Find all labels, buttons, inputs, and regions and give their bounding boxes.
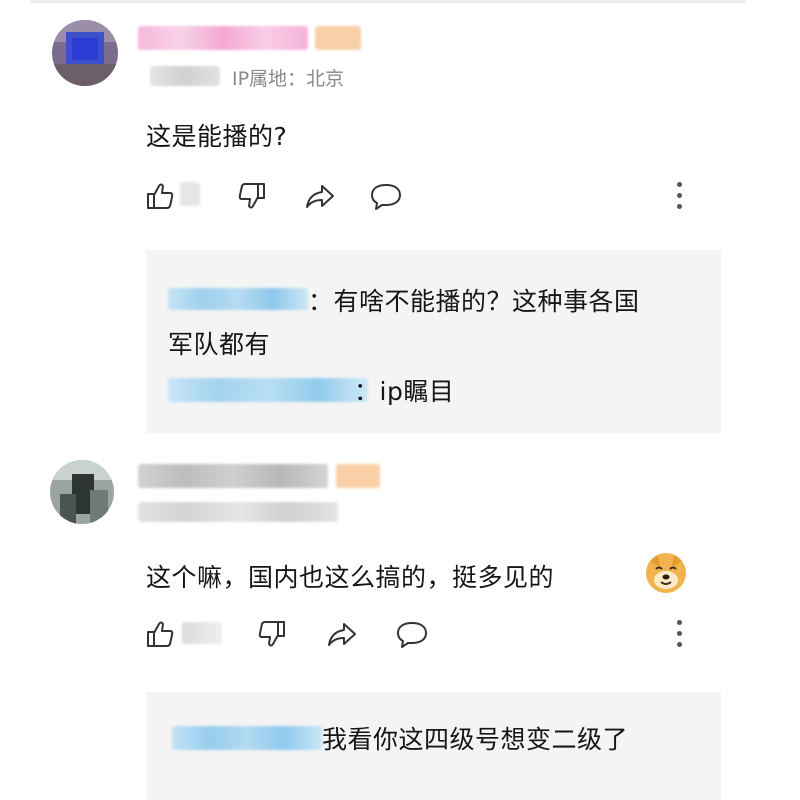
comment-text: 这是能播的? — [146, 122, 288, 151]
doge-emoji-icon — [646, 553, 686, 593]
avatar[interactable] — [52, 20, 118, 86]
user-level-badge-blurred — [336, 464, 380, 488]
dislike-button[interactable] — [232, 176, 272, 216]
comment-text: 这个嘛，国内也这么搞的，挺多见的 — [146, 563, 555, 592]
reply-button[interactable] — [366, 176, 406, 216]
reply-username-blurred[interactable] — [168, 378, 368, 402]
share-button[interactable] — [300, 176, 340, 216]
reply-text: ：ip瞩目 — [354, 377, 455, 406]
username-blurred[interactable] — [138, 464, 328, 488]
share-arrow-icon — [306, 185, 334, 208]
comment-actions — [140, 176, 700, 216]
comment-bubble-icon — [371, 184, 401, 210]
more-vertical-icon — [677, 182, 682, 187]
dislike-button[interactable] — [252, 614, 292, 654]
avatar[interactable] — [50, 460, 114, 524]
reply-username-blurred[interactable] — [172, 726, 322, 750]
comment-actions — [140, 614, 700, 654]
thumbs-down-icon — [238, 183, 265, 209]
reply-text-continued: 军队都有 — [168, 330, 271, 359]
reply-list: 我看你这四级号想变二级了 — [146, 692, 721, 800]
meta-info-blurred — [138, 502, 338, 522]
thumbs-up-icon — [147, 621, 174, 647]
share-arrow-icon — [328, 623, 356, 646]
like-count-blurred — [180, 182, 200, 206]
more-options-button[interactable] — [674, 182, 684, 212]
thumbs-down-icon — [258, 621, 285, 647]
more-vertical-icon — [677, 620, 682, 625]
thumbs-up-icon — [147, 183, 174, 209]
timestamp-blurred — [150, 66, 220, 86]
comment-bubble-icon — [397, 622, 427, 648]
like-count-blurred — [182, 622, 222, 644]
like-button[interactable] — [140, 614, 180, 654]
username-blurred[interactable] — [138, 26, 308, 50]
reply-text: 我看你这四级号想变二级了 — [322, 725, 629, 754]
like-button[interactable] — [140, 176, 180, 216]
user-level-badge-blurred — [315, 26, 361, 50]
reply-list: ：有啥不能播的？这种事各国 军队都有 ：ip瞩目 — [146, 250, 721, 433]
reply-text: ：有啥不能播的？这种事各国 — [308, 287, 640, 316]
ip-location: IP属地：北京 — [232, 68, 345, 90]
top-divider — [30, 0, 745, 3]
reply-button[interactable] — [392, 614, 432, 654]
share-button[interactable] — [322, 614, 362, 654]
more-options-button[interactable] — [674, 620, 684, 650]
reply-username-blurred[interactable] — [168, 288, 308, 310]
